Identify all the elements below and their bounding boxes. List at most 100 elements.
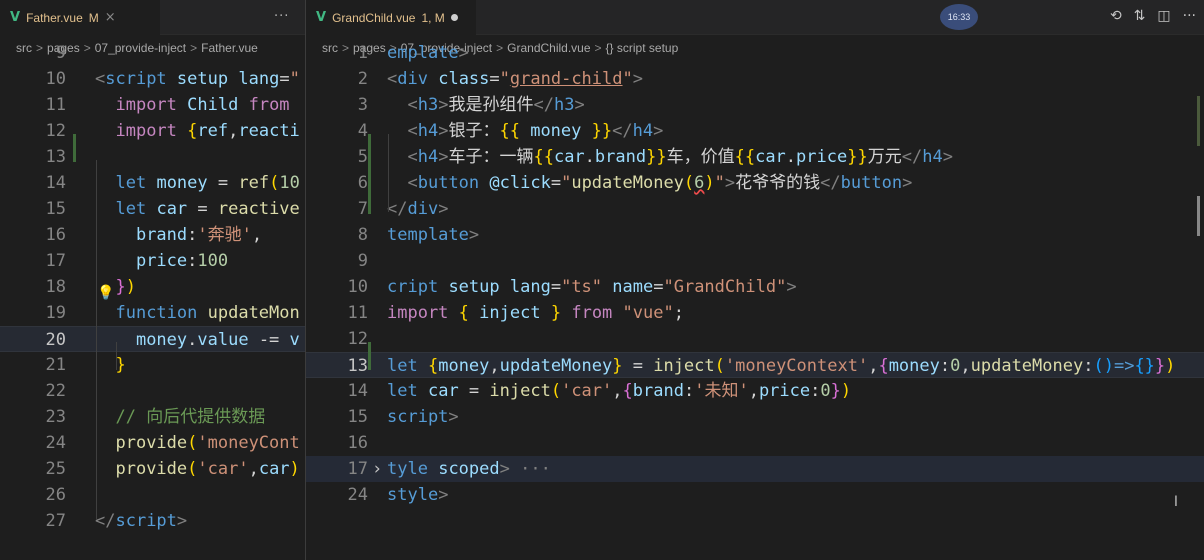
code-line[interactable]: 1 emplate> (306, 40, 1204, 66)
tab-filename: Father.vue (26, 10, 83, 25)
code-text[interactable]: brand:'奔驰', (95, 222, 262, 248)
code-line[interactable]: 26 (0, 482, 305, 508)
code-line[interactable]: 17 price:100 (0, 248, 305, 274)
code-line[interactable]: 14 let car = inject('car',{brand:'未知',pri… (306, 378, 1204, 404)
editor-toolbar: ⟲ ⇅ ◫ ··· (1110, 8, 1196, 24)
line-number: 1 (357, 43, 368, 63)
code-text[interactable]: style> (387, 482, 448, 508)
code-text[interactable]: provide('car',car) (95, 456, 299, 482)
code-text[interactable]: import { inject } from "vue"; (387, 300, 684, 326)
vue-file-icon: V (316, 10, 327, 25)
code-text[interactable]: </script> (95, 508, 187, 534)
code-line[interactable]: 12 (306, 326, 1204, 352)
code-line[interactable]: 10 <script setup lang=" (0, 66, 305, 92)
line-number: 13 (347, 356, 368, 376)
code-text[interactable]: function updateMon (95, 300, 299, 326)
line-number: 5 (357, 147, 368, 167)
code-line[interactable]: 17 tyle scoped> ··· › (306, 456, 1204, 482)
code-line[interactable]: 15 let car = reactive (0, 196, 305, 222)
code-text[interactable]: <div class="grand-child"> (387, 66, 643, 92)
code-text[interactable]: <h3>我是孙组件</h3> (387, 92, 584, 118)
code-line[interactable]: 16 (306, 430, 1204, 456)
code-text[interactable]: <button @click="updateMoney(6)">花爷爷的钱</b… (387, 170, 912, 196)
code-text[interactable]: let money = ref(10 (95, 170, 299, 196)
clock-badge: 16:33 (940, 4, 978, 30)
compare-icon[interactable]: ⇅ (1134, 8, 1146, 24)
code-line[interactable]: 2 <div class="grand-child"> (306, 66, 1204, 92)
code-line[interactable]: 8 template> (306, 222, 1204, 248)
code-line[interactable]: 11 import Child from (0, 92, 305, 118)
line-number: 6 (357, 173, 368, 193)
code-text[interactable]: </div> (387, 196, 448, 222)
code-text[interactable]: let car = reactive (95, 196, 299, 222)
line-number: 16 (45, 225, 66, 245)
code-text[interactable]: import Child from (95, 92, 289, 118)
code-text[interactable]: template> (387, 222, 479, 248)
line-number: 17 (347, 459, 368, 479)
line-number: 15 (347, 407, 368, 427)
tab-bar-left: V Father.vue M × ··· (0, 0, 305, 35)
code-line[interactable]: 11 import { inject } from "vue"; (306, 300, 1204, 326)
code-line[interactable]: 24 style> (306, 482, 1204, 508)
unsaved-dot-icon[interactable] (450, 14, 458, 21)
code-line[interactable]: 27 </script> (0, 508, 305, 534)
code-line[interactable]: 4 <h4>银子：{{ money }}</h4> (306, 118, 1204, 144)
more-icon[interactable]: ··· (274, 9, 289, 24)
code-text[interactable]: } (95, 352, 125, 378)
line-number: 24 (45, 433, 66, 453)
code-line[interactable]: 3 <h3>我是孙组件</h3> (306, 92, 1204, 118)
code-line[interactable]: 18 }) (0, 274, 305, 300)
code-text[interactable]: <h4>银子：{{ money }}</h4> (387, 118, 663, 144)
code-line[interactable]: 20 money.value -= v (0, 326, 305, 352)
code-text[interactable]: let {money,updateMoney} = inject('moneyC… (387, 353, 1175, 379)
indent-guide (116, 342, 117, 370)
fold-chevron-icon[interactable]: › (372, 456, 382, 482)
code-line[interactable]: 22 (0, 378, 305, 404)
line-number: 27 (45, 511, 66, 531)
more-actions-icon[interactable]: ··· (1183, 8, 1196, 24)
code-text[interactable]: provide('moneyCont (95, 430, 299, 456)
code-text[interactable]: tyle scoped> ··· (387, 456, 551, 482)
tab-filename: GrandChild.vue (332, 10, 416, 25)
code-text[interactable]: // 向后代提供数据 (95, 404, 265, 430)
line-number: 10 (347, 277, 368, 297)
code-line[interactable]: 21 } (0, 352, 305, 378)
code-line[interactable]: 15 script> (306, 404, 1204, 430)
code-text[interactable]: import {ref,reacti (95, 118, 299, 144)
line-number: 16 (347, 433, 368, 453)
code-line[interactable]: 13 (0, 144, 305, 170)
code-line[interactable]: 9 (0, 40, 305, 66)
code-line[interactable]: 5 <h4>车子：一辆{{car.brand}}车，价值{{car.price}… (306, 144, 1204, 170)
code-line[interactable]: 25 provide('car',car) (0, 456, 305, 482)
code-line[interactable]: 12 import {ref,reacti (0, 118, 305, 144)
code-text[interactable]: price:100 (95, 248, 228, 274)
code-line[interactable]: 10 cript setup lang="ts" name="GrandChild… (306, 274, 1204, 300)
code-text[interactable]: cript setup lang="ts" name="GrandChild"> (387, 274, 797, 300)
code-line[interactable]: 24 provide('moneyCont (0, 430, 305, 456)
code-text[interactable]: emplate> (387, 40, 469, 66)
line-number: 14 (347, 381, 368, 401)
code-text[interactable]: let car = inject('car',{brand:'未知',price… (387, 378, 851, 404)
code-line[interactable]: 7 </div> (306, 196, 1204, 222)
lightbulb-icon[interactable]: 💡 (97, 285, 114, 301)
code-line[interactable]: 6 <button @click="updateMoney(6)">花爷爷的钱<… (306, 170, 1204, 196)
code-line[interactable]: 19 function updateMon (0, 300, 305, 326)
code-line[interactable]: 14 let money = ref(10 (0, 170, 305, 196)
tab-grandchild-vue[interactable]: V GrandChild.vue 1, M (306, 0, 476, 35)
tab-father-vue[interactable]: V Father.vue M × (0, 0, 160, 35)
text-cursor-icon: I (1173, 494, 1178, 510)
code-text[interactable]: script> (387, 404, 459, 430)
close-icon[interactable]: × (105, 10, 116, 25)
code-line[interactable]: 13 let {money,updateMoney} = inject('mone… (306, 352, 1204, 378)
code-text[interactable]: <h4>车子：一辆{{car.brand}}车，价值{{car.price}}万… (387, 144, 952, 170)
code-line[interactable]: 23 // 向后代提供数据 (0, 404, 305, 430)
line-number: 10 (45, 69, 66, 89)
timeline-icon[interactable]: ⟲ (1110, 8, 1122, 24)
code-line[interactable]: 9 (306, 248, 1204, 274)
code-text[interactable]: money.value -= v (95, 327, 300, 353)
line-number: 9 (357, 251, 368, 271)
split-editor-icon[interactable]: ◫ (1157, 8, 1170, 24)
line-number: 15 (45, 199, 66, 219)
code-text[interactable]: <script setup lang=" (95, 66, 300, 92)
code-line[interactable]: 16 brand:'奔驰', (0, 222, 305, 248)
